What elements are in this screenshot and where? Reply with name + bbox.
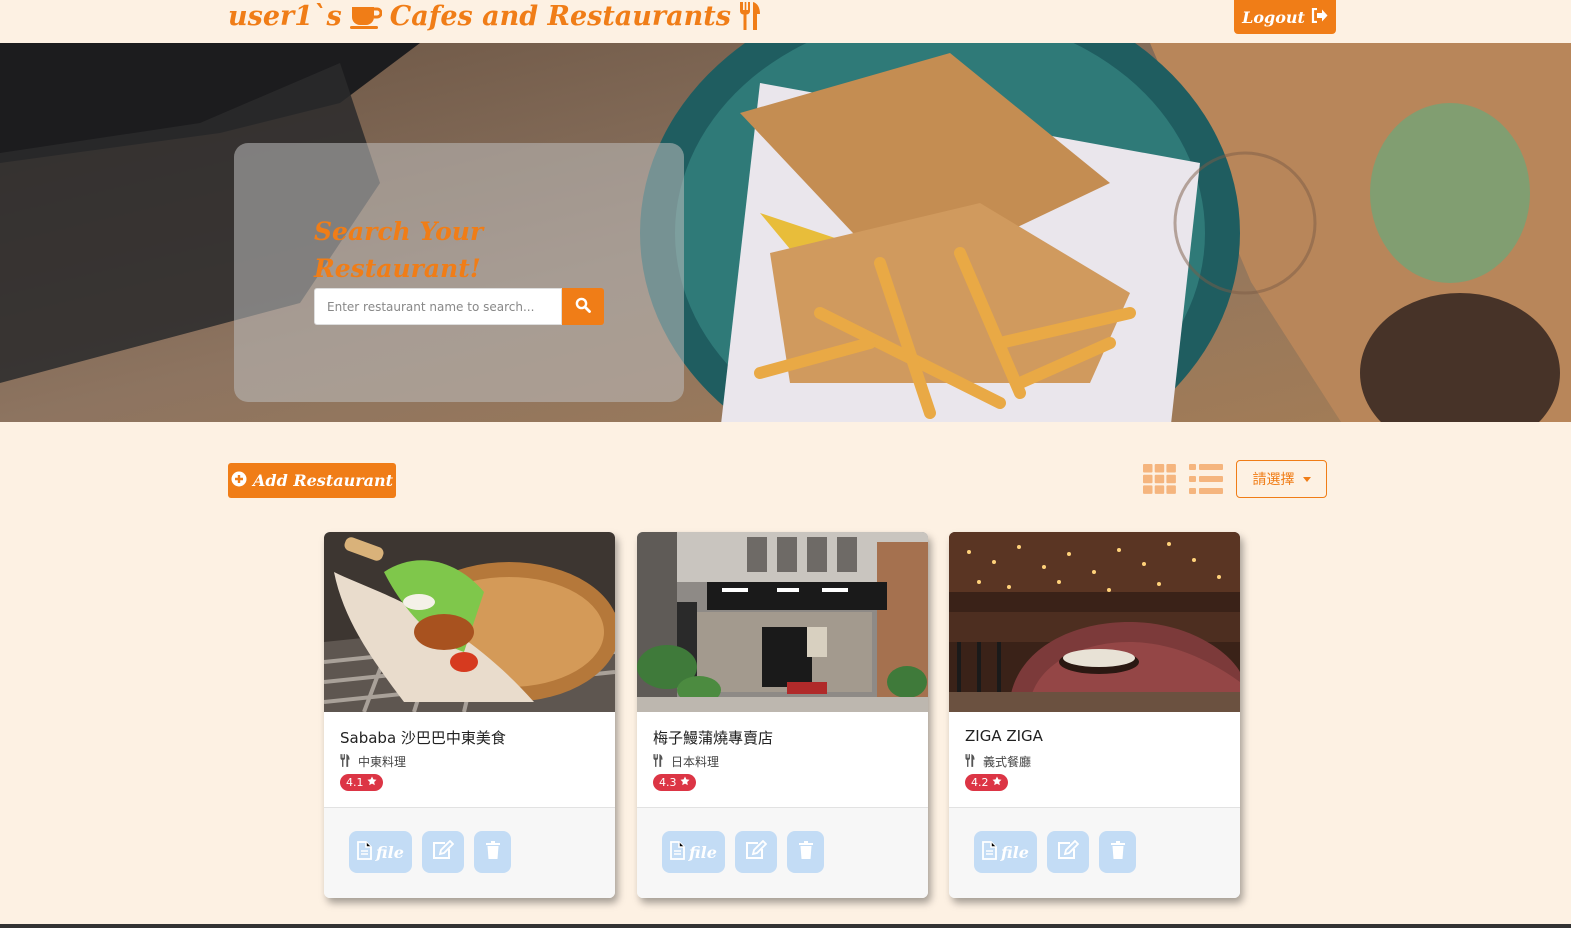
star-icon [367,776,377,789]
edit-icon [745,839,768,864]
file-label: file [376,842,404,862]
chevron-down-icon [1302,476,1311,482]
file-label: file [689,842,717,862]
edit-button[interactable] [735,831,777,873]
brand-user: user1`s [228,0,342,32]
card-actions: file [949,807,1240,898]
card-actions: file [324,807,615,898]
restaurant-photo [324,532,615,712]
utensils-icon [965,753,975,770]
delete-button[interactable] [1099,831,1136,873]
add-restaurant-label: Add Restaurant [252,471,394,490]
search-title: Search Your Restaurant! [314,217,484,283]
page-bottom-divider [0,924,1571,928]
star-icon [680,776,690,789]
logout-icon [1311,7,1328,27]
edit-button[interactable] [422,831,464,873]
edit-button[interactable] [1047,831,1089,873]
file-icon [357,840,372,864]
edit-icon [432,839,455,864]
search-panel: Search Your Restaurant! [234,143,684,402]
plus-circle-icon [231,471,247,491]
restaurant-name[interactable]: 梅子鰻蒲燒專賣店 [653,727,773,748]
trash-icon [485,840,501,864]
utensils-icon [739,2,761,30]
restaurant-category: 日本料理 [653,753,719,770]
file-button[interactable]: file [662,831,725,873]
list-view-icon[interactable] [1189,464,1223,494]
restaurant-card[interactable]: 梅子鰻蒲燒專賣店 日本料理 4.3 file [637,532,928,898]
rating-badge: 4.1 [340,774,383,791]
rating-value: 4.2 [971,776,989,789]
sort-select-dropdown[interactable]: 請選擇 [1236,460,1327,498]
card-actions: file [637,807,928,898]
restaurant-name[interactable]: Sababa 沙巴巴中東美食 [340,727,506,748]
category-label: 中東料理 [358,755,407,769]
trash-icon [1110,840,1126,864]
edit-icon [1057,839,1080,864]
star-icon [992,776,1002,789]
category-label: 日本料理 [671,755,720,769]
restaurant-category: 中東料理 [340,753,406,770]
logout-button[interactable]: Logout [1234,0,1336,34]
restaurant-photo [637,532,928,712]
rating-badge: 4.3 [653,774,696,791]
navbar: user1`s Cafes and Restaurants Logout [0,0,1571,43]
logout-label: Logout [1242,7,1305,27]
trash-icon [798,840,814,864]
file-button[interactable]: file [974,831,1037,873]
restaurant-card[interactable]: Sababa 沙巴巴中東美食 中東料理 4.1 file [324,532,615,898]
category-label: 義式餐廳 [983,755,1032,769]
file-icon [982,840,997,864]
delete-button[interactable] [787,831,824,873]
rating-value: 4.1 [346,776,364,789]
brand-text: Cafes and Restaurants [389,0,731,32]
file-icon [670,840,685,864]
rating-value: 4.3 [659,776,677,789]
file-button[interactable]: file [349,831,412,873]
add-restaurant-button[interactable]: Add Restaurant [228,463,396,498]
delete-button[interactable] [474,831,511,873]
sort-select-label: 請選擇 [1252,472,1295,488]
search-icon [575,297,591,316]
search-input[interactable] [314,288,562,325]
utensils-icon [340,753,350,770]
brand-title[interactable]: user1`s Cafes and Restaurants [228,0,761,36]
hero-banner: Search Your Restaurant! [0,43,1571,422]
restaurant-card[interactable]: ZIGA ZIGA 義式餐廳 4.2 file [949,532,1240,898]
restaurant-photo [949,532,1240,712]
utensils-icon [653,753,663,770]
restaurant-category: 義式餐廳 [965,753,1031,770]
restaurant-name[interactable]: ZIGA ZIGA [965,727,1043,745]
file-label: file [1001,842,1029,862]
grid-view-icon[interactable] [1143,464,1176,494]
search-button[interactable] [562,288,604,325]
rating-badge: 4.2 [965,774,1008,791]
coffee-icon [349,3,382,29]
